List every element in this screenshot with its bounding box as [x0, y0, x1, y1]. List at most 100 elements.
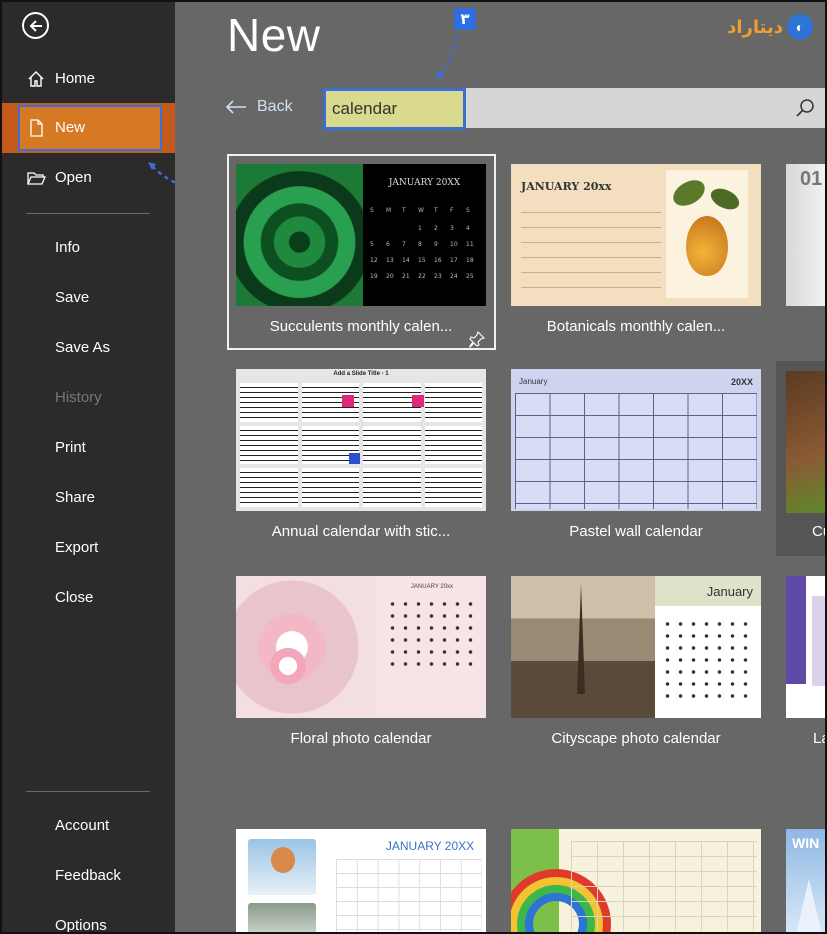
- template-name: Cityscape photo calendar: [551, 730, 721, 747]
- svg-text:3: 3: [450, 225, 454, 232]
- calendar-header: JANUARY 20XX: [388, 178, 461, 188]
- nav-home-label: Home: [55, 70, 96, 87]
- nav-export-label: Export: [55, 539, 99, 556]
- svg-text:F: F: [450, 207, 454, 214]
- nav-home[interactable]: Home: [2, 54, 175, 104]
- svg-text:16: 16: [434, 257, 442, 264]
- template-thumbnail: JANUARY 20xx: [236, 576, 486, 718]
- calendar-grid: [571, 841, 757, 931]
- svg-text:9: 9: [434, 241, 438, 248]
- svg-text:7: 7: [402, 241, 406, 248]
- nav-new[interactable]: New: [2, 103, 175, 153]
- calendar-grid: [661, 618, 753, 698]
- template-thumbnail: [786, 576, 825, 718]
- svg-text:S: S: [370, 207, 374, 214]
- annotation-arrow-3: [436, 35, 459, 80]
- svg-text:18: 18: [466, 257, 474, 264]
- svg-text:1: 1: [418, 225, 422, 232]
- calendar-grid: SMTWTFS 1234 5 6 7 8 9 10 11 12 13 14 15 16 17 18 19…: [370, 207, 474, 280]
- annotation-badge-3: ۳: [454, 8, 476, 30]
- nav-options[interactable]: Options: [2, 901, 175, 932]
- template-thumbnail: [786, 371, 825, 513]
- logo-mark-icon: ◐: [787, 14, 813, 40]
- left-arrow-icon: [225, 100, 246, 114]
- nav-close-label: Close: [55, 589, 94, 606]
- svg-text:T: T: [401, 207, 406, 214]
- nav-feedback[interactable]: Feedback: [2, 851, 175, 901]
- sticker: [342, 395, 354, 407]
- nav-open-label: Open: [55, 169, 92, 186]
- template-thumbnail: JANUARY 20XX: [236, 829, 486, 932]
- partial-digits: 01: [800, 168, 823, 190]
- calendar-grid: [336, 859, 482, 932]
- nav-save-as[interactable]: Save As: [2, 323, 175, 373]
- calendar-grid: [521, 198, 661, 292]
- search-input[interactable]: [323, 88, 466, 130]
- home-icon: [28, 71, 44, 87]
- folder-open-icon: [27, 172, 46, 185]
- nav-share-label: Share: [55, 489, 96, 506]
- back-arrow-icon[interactable]: [22, 12, 49, 39]
- template-card-partial[interactable]: Cu: [776, 361, 825, 556]
- logo-text: دیتاراد: [727, 16, 783, 38]
- nav-history: History: [2, 373, 175, 423]
- slide-title: Add a Slide Title - 1: [333, 371, 389, 377]
- nav-save[interactable]: Save: [2, 273, 175, 323]
- svg-text:15: 15: [418, 257, 426, 264]
- template-name-partial: La: [813, 730, 825, 747]
- svg-text:12: 12: [370, 257, 378, 264]
- nav-save-label: Save: [55, 289, 90, 306]
- nav-info[interactable]: Info: [2, 223, 175, 273]
- annual-month-grid: [240, 383, 482, 507]
- back-label: Back: [257, 98, 293, 115]
- calendar-header: JANUARY 20xx: [521, 180, 612, 193]
- nav-print-label: Print: [55, 439, 86, 456]
- calendar-header: JANUARY 20XX: [385, 839, 475, 853]
- svg-text:S: S: [466, 207, 470, 214]
- search-icon[interactable]: [795, 98, 815, 118]
- svg-text:17: 17: [450, 257, 458, 264]
- nav-print[interactable]: Print: [2, 423, 175, 473]
- calendar-grid: [386, 598, 478, 668]
- template-name-partial: Cu: [812, 523, 825, 540]
- svg-text:5: 5: [370, 241, 374, 248]
- template-thumbnail: January 20XX: [511, 369, 761, 511]
- template-name: Pastel wall calendar: [569, 523, 703, 540]
- calendar-grid: [515, 393, 757, 509]
- new-pane: New دیتاراد ◐ ۳ Back JANUARY 20XX: [175, 2, 825, 932]
- sticker: [349, 453, 360, 464]
- new-document-icon: [30, 119, 43, 137]
- sidebar-divider-bottom: [26, 791, 150, 792]
- template-name: Floral photo calendar: [290, 730, 432, 747]
- nav-account-label: Account: [55, 817, 110, 834]
- nav-account[interactable]: Account: [2, 801, 175, 851]
- nav-new-label: New: [55, 119, 86, 136]
- template-name: Annual calendar with stic...: [271, 523, 451, 540]
- nav-export[interactable]: Export: [2, 523, 175, 573]
- svg-text:8: 8: [418, 241, 422, 248]
- template-name: Botanicals monthly calen...: [546, 318, 726, 335]
- svg-text:W: W: [418, 207, 424, 214]
- svg-text:M: M: [386, 207, 391, 214]
- pin-icon[interactable]: [468, 330, 486, 348]
- search-box: [323, 88, 825, 130]
- svg-text:2: 2: [434, 225, 438, 232]
- nav-close[interactable]: Close: [2, 573, 175, 623]
- calendar-year: 20XX: [730, 377, 753, 387]
- calendar-header: JANUARY 20xx: [410, 584, 454, 590]
- app-window: Home New Open Info Save Save As History …: [0, 0, 827, 934]
- svg-text:20: 20: [386, 273, 394, 280]
- partial-text: WIN: [792, 835, 820, 851]
- svg-text:14: 14: [402, 257, 410, 264]
- template-thumbnail: Add a Slide Title - 1: [236, 369, 486, 511]
- sidebar-divider: [26, 213, 150, 214]
- nav-share[interactable]: Share: [2, 473, 175, 523]
- svg-text:19: 19: [370, 273, 378, 280]
- sticker: [412, 395, 424, 407]
- svg-text:4: 4: [466, 225, 470, 232]
- nav-info-label: Info: [55, 239, 81, 256]
- backstage-sidebar: Home New Open Info Save Save As History …: [2, 2, 175, 932]
- svg-text:6: 6: [386, 241, 390, 248]
- back-button[interactable]: Back: [225, 98, 293, 116]
- template-thumbnail: 01: [786, 164, 825, 306]
